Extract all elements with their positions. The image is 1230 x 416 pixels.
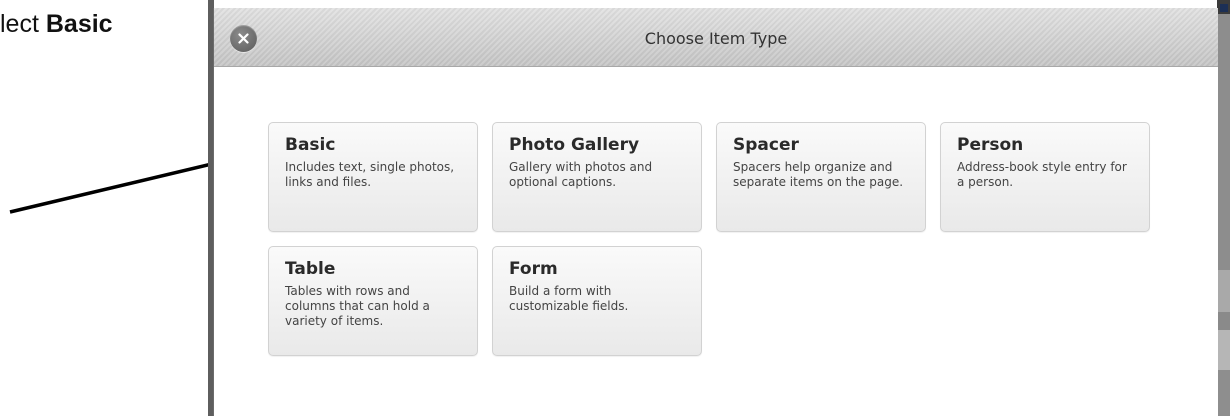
- tile-title: Person: [957, 135, 1024, 155]
- dialog-title: Choose Item Type: [644, 29, 788, 48]
- tile-title: Spacer: [733, 135, 799, 155]
- choose-item-type-dialog: Choose Item Type Basic Includes text, si…: [213, 8, 1218, 416]
- item-type-basic[interactable]: Basic Includes text, single photos, link…: [268, 122, 478, 232]
- item-type-form[interactable]: Form Build a form with customizable fiel…: [492, 246, 702, 356]
- tile-description: Includes text, single photos, links and …: [285, 160, 455, 189]
- tile-description: Gallery with photos and optional caption…: [509, 160, 653, 189]
- dialog-titlebar: Choose Item Type: [214, 8, 1218, 67]
- tile-title: Table: [285, 259, 336, 279]
- tile-title: Form: [509, 259, 558, 279]
- item-type-photo-gallery[interactable]: Photo Gallery Gallery with photos and op…: [492, 122, 702, 232]
- item-type-spacer[interactable]: Spacer Spacers help organize and separat…: [716, 122, 926, 232]
- tile-description: Spacers help organize and separate items…: [733, 160, 904, 189]
- tile-title: Photo Gallery: [509, 135, 640, 155]
- tile-description: Address-book style entry for a person.: [957, 160, 1127, 189]
- tile-title: Basic: [285, 135, 336, 155]
- tile-description: Tables with rows and columns that can ho…: [285, 284, 430, 328]
- item-type-table[interactable]: Table Tables with rows and columns that …: [268, 246, 478, 356]
- tile-description: Build a form with customizable fields.: [509, 284, 629, 313]
- item-type-person[interactable]: Person Address-book style entry for a pe…: [940, 122, 1150, 232]
- background-scrollbar: [1217, 0, 1230, 416]
